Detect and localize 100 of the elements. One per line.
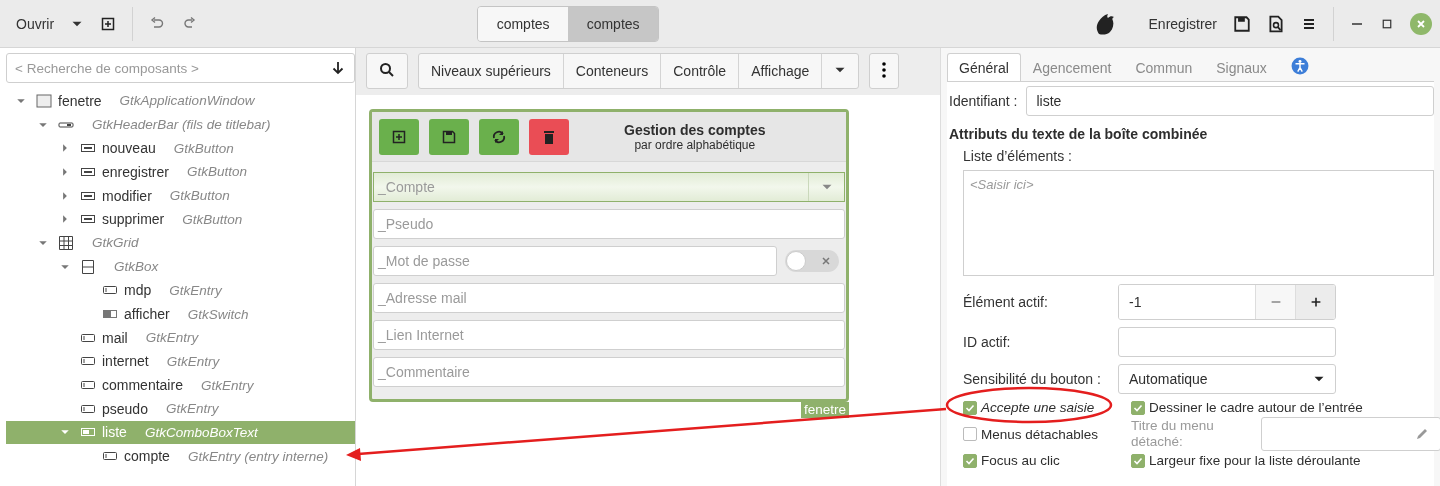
tree-item[interactable]: GtkBox — [6, 254, 355, 279]
tree-item[interactable]: supprimer GtkButton — [6, 207, 355, 232]
close-icon — [1416, 18, 1426, 29]
field-label: Liste d’éléments : — [963, 148, 1073, 164]
save-button[interactable]: Enregistrer — [1140, 6, 1225, 41]
field-label: Sensibilité du bouton : — [963, 371, 1102, 387]
more-icon — [882, 61, 887, 78]
accessibility-icon — [1290, 57, 1309, 75]
widget-name: liste — [102, 424, 127, 441]
widget-type: GtkButton — [186, 164, 247, 180]
grid-icon — [58, 234, 74, 251]
widget-type: GtkBox — [114, 259, 159, 275]
palette-group-button[interactable]: Contrôle — [661, 54, 740, 88]
widget-type: GtkEntry (entry interne) — [187, 448, 329, 464]
checkmark-icon — [1133, 402, 1143, 413]
tree-item[interactable]: compte GtkEntry (entry interne) — [6, 444, 355, 468]
document-search-icon — [1267, 14, 1285, 33]
maximize-icon — [1381, 17, 1393, 30]
placeholder-text: _Adresse mail — [376, 290, 468, 306]
placeholder-text: _Mot de passe — [376, 253, 471, 269]
widget-type: GtkButton — [173, 140, 234, 156]
widget-name: mdp — [124, 282, 152, 299]
pencil-icon — [1414, 426, 1430, 442]
trash-icon — [541, 128, 557, 145]
open-button[interactable]: Ouvrir — [8, 6, 63, 41]
tree-item[interactable]: mail GtkEntry — [6, 325, 355, 350]
tree-item[interactable]: mdp GtkEntry — [6, 278, 355, 303]
tree-item[interactable]: enregistrer GtkButton — [6, 160, 355, 184]
checkbox[interactable]: Focus au clic — [963, 453, 1127, 468]
placeholder-text: _Commentaire — [376, 364, 471, 380]
tree-item[interactable]: nouveau GtkButton — [6, 136, 355, 161]
widget-name: enregistrer — [102, 163, 169, 180]
checkbox[interactable]: Accepte une saisie — [963, 400, 1127, 415]
toggle-switch[interactable] — [785, 250, 839, 272]
checkmark-icon — [1133, 455, 1143, 466]
widget-name: modifier — [102, 187, 152, 204]
field-label: ID actif: — [963, 334, 1012, 350]
widget-name: nouveau — [102, 140, 156, 157]
identifier-field[interactable]: liste — [1025, 86, 1434, 116]
tree-item[interactable]: GtkHeaderBar (fils de titlebar) — [6, 112, 355, 137]
add-icon — [391, 128, 407, 145]
widget-type: GtkSwitch — [187, 306, 249, 322]
toolbar-button[interactable] — [479, 118, 519, 155]
view-tab[interactable]: comptes — [568, 6, 659, 41]
widget-name: pseudo — [102, 400, 148, 417]
placeholder-text: _Pseudo — [376, 216, 435, 232]
widget-name: commentaire — [102, 377, 183, 394]
widget-name: compte — [124, 448, 170, 465]
palette-group-button[interactable]: Conteneurs — [563, 54, 662, 88]
toolbar-button[interactable] — [429, 118, 469, 155]
widget-type: GtkEntry — [166, 353, 220, 369]
tree-item[interactable]: internet GtkEntry — [6, 349, 355, 374]
widget-name: afficher — [124, 306, 170, 323]
inspector-tab[interactable]: Général — [947, 53, 1021, 81]
field-label: Identifiant : — [949, 93, 1018, 109]
search-icon — [379, 61, 395, 78]
checkbox[interactable]: Menus détachables — [963, 426, 1127, 442]
toolbar-button[interactable] — [529, 118, 569, 155]
minimize-icon — [1352, 22, 1362, 25]
sensitivity-dropdown[interactable]: Automatique — [1118, 364, 1336, 394]
tree-item[interactable]: pseudo GtkEntry — [6, 396, 355, 421]
window-title: Gestion des comptes — [624, 121, 766, 138]
palette-group-button[interactable]: Niveaux supérieurs — [419, 54, 564, 88]
checkbox[interactable]: Dessiner le cadre autour de l’entrée — [1131, 400, 1440, 415]
save-icon — [441, 128, 457, 145]
active-id-field[interactable] — [1118, 327, 1336, 357]
window-label: fenetre — [800, 402, 849, 418]
section-heading: Attributs du texte de la boîte combinée — [949, 126, 1209, 142]
placeholder-text: _Lien Internet — [376, 327, 465, 343]
checkmark-icon — [965, 455, 975, 466]
widget-type: GtkGrid — [92, 235, 139, 251]
checkmark-icon — [965, 402, 975, 413]
widget-type: GtkEntry — [200, 377, 254, 393]
widget-type: GtkApplicationWindow — [119, 93, 255, 109]
tearoff-title-field[interactable] — [1261, 417, 1440, 451]
tree-item[interactable]: afficher GtkSwitch — [6, 302, 355, 326]
window-subtitle: par ordre alphabétique — [634, 137, 756, 152]
widget-type: GtkEntry — [165, 401, 219, 417]
toolbar-button[interactable] — [379, 118, 419, 155]
tree-item[interactable]: commentaire GtkEntry — [6, 373, 355, 397]
widget-name: internet — [102, 353, 149, 370]
widget-name: mail — [102, 329, 128, 346]
box-icon — [80, 258, 96, 275]
widget-type: GtkComboBoxText — [144, 424, 258, 440]
checkbox[interactable]: Largeur fixe pour la liste déroulante — [1131, 453, 1440, 468]
widget-type: GtkButton — [182, 211, 243, 227]
widget-name: supprimer — [102, 211, 165, 228]
view-tab[interactable]: comptes — [478, 6, 569, 41]
tree-item[interactable]: modifier GtkButton — [6, 183, 355, 208]
tree-item[interactable]: fenetre GtkApplicationWindow — [6, 89, 355, 113]
tree-item[interactable]: GtkGrid — [6, 231, 355, 255]
refresh-icon — [491, 128, 507, 145]
palette-group-button[interactable]: Affichage — [739, 54, 823, 88]
widget-type: GtkEntry — [169, 282, 222, 298]
widget-type: GtkButton — [169, 188, 230, 204]
field-label: Élément actif: — [963, 294, 1049, 310]
placeholder-text: _Compte — [376, 179, 436, 195]
widget-name: fenetre — [58, 92, 102, 109]
widget-type: GtkEntry — [145, 330, 199, 346]
down-arrow-icon — [330, 60, 346, 76]
